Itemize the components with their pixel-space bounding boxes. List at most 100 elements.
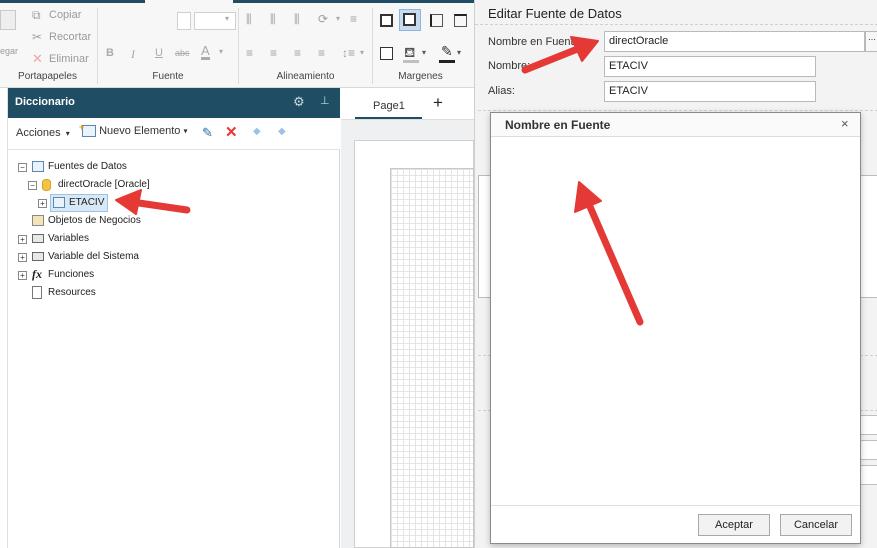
gear-icon[interactable]: ⚙ [293,94,305,110]
browse-button[interactable]: ... [865,31,877,52]
dialog-title: Nombre en Fuente [505,118,611,132]
copy-icon: ⧉ [32,8,41,22]
move-up-icon[interactable]: ◆ [253,126,261,137]
name-value: ETACIV [609,60,648,72]
rotate-icon[interactable]: ⟳ [318,12,328,26]
font-name-dropdown[interactable] [177,12,191,30]
alias-input[interactable]: ETACIV [604,81,816,102]
italic-icon[interactable]: I [131,47,135,62]
chevron-down-icon: ▾ [219,47,224,56]
accept-button[interactable]: Aceptar [698,514,770,536]
tree-label: directOracle [Oracle] [58,179,150,190]
fill-color-swatch [403,60,419,63]
cancel-button[interactable]: Cancelar [780,514,852,536]
add-page-button[interactable]: + [433,93,443,113]
alignment-group-label: Alineamiento [276,71,335,82]
tree-node-business-objects[interactable]: Objetos de Negocios [8,212,308,230]
font-group-label: Fuente [152,71,184,82]
new-item-icon: + [79,122,96,138]
tree-label: ETACIV [69,197,105,208]
font-size-dropdown[interactable]: ▾ [194,12,236,30]
column-field[interactable] [860,415,877,435]
chevron-down-icon: ▾ [65,129,70,138]
tree-node-data-sources[interactable]: − Fuentes de Datos [8,158,308,176]
pin-icon[interactable]: ⊥ [320,94,330,107]
delete-x-icon: ✕ [32,51,43,66]
chevron-down-icon: ▾ [336,14,341,23]
paste-button[interactable]: egar [0,8,22,56]
dialog-body[interactable] [491,138,860,505]
name-in-source-input[interactable]: directOracle [604,31,865,52]
expand-icon[interactable]: + [18,271,27,280]
left-dock-strip [0,88,8,548]
dictionary-toolbar: Acciones ▾ + Nuevo Elemento ▾ ✎ ✕ ◆ ◆ [8,118,340,150]
tree-label: Variables [48,233,89,244]
dialog-footer: Aceptar Cancelar [491,505,860,543]
report-grid[interactable] [390,168,474,548]
tree-node-variables[interactable]: + Variables [8,230,308,248]
page-tabs-bar: Page1 + [341,88,474,120]
dictionary-header: Diccionario ⚙ ⊥ [8,88,340,118]
justify-icon[interactable]: ≡ [318,46,325,60]
tree-node-connection[interactable]: − directOracle [Oracle] [8,176,308,194]
tree-label: Resources [48,287,96,298]
chevron-down-icon: ▾ [457,48,462,57]
actions-menu-button[interactable]: Acciones ▾ [16,127,70,139]
align-left-icon[interactable]: ≡ [246,46,253,60]
chevron-down-icon: ▾ [422,48,427,57]
align-right-icon[interactable]: ≡ [294,46,301,60]
tree-node-system-variables[interactable]: + Variable del Sistema [8,248,308,266]
new-item-label: Nuevo Elemento [99,125,181,138]
title-divider [475,24,877,25]
align-center-icon[interactable]: ≡ [270,46,277,60]
tree-node-table[interactable]: + ETACIV [8,194,308,212]
border-none-icon[interactable] [380,47,393,60]
align-top-icon[interactable]: ⫼ [246,12,252,27]
align-bottom-icon[interactable]: ⫼ [294,12,300,27]
close-icon[interactable]: × [841,116,849,131]
margins-group-label: Margenes [398,71,443,82]
tree-label: Funciones [48,269,95,280]
expand-icon[interactable]: + [38,199,47,208]
wrap-text-icon[interactable]: ≡ [350,12,357,26]
edit-data-source-title: Editar Fuente de Datos [488,6,622,21]
dictionary-tree: − Fuentes de Datos − directOracle [Oracl… [8,150,340,548]
tree-label: Variable del Sistema [48,251,139,262]
name-in-source-label: Nombre en Fuente: [488,36,583,48]
tree-node-resources[interactable]: Resources [8,284,308,302]
tab-page1[interactable]: Page1 [355,88,422,119]
delete-icon[interactable]: ✕ [225,123,238,141]
column-field[interactable] [860,440,877,460]
border-left-icon[interactable] [430,14,443,27]
alias-label: Alias: [488,85,515,97]
tree-node-functions[interactable]: + fx Funciones [8,266,308,284]
name-in-source-value: directOracle [609,35,669,47]
font-color-icon[interactable]: A [201,44,210,60]
expand-icon[interactable]: + [18,235,27,244]
border-top-icon[interactable] [454,14,467,27]
border-outside-button[interactable] [399,9,421,31]
chevron-down-icon: ▾ [183,126,188,136]
name-input[interactable]: ETACIV [604,56,816,77]
database-icon [42,179,51,191]
line-spacing-icon[interactable]: ↕≡ [342,46,355,60]
border-all-icon[interactable] [380,14,393,27]
new-item-button[interactable]: + Nuevo Elemento ▾ [79,122,188,138]
edit-icon[interactable]: ✎ [202,125,213,141]
actions-label: Acciones [16,127,61,139]
chevron-down-icon: ▾ [225,14,230,23]
move-down-icon[interactable]: ◆ [278,126,286,137]
collapse-icon[interactable]: − [18,163,27,172]
align-middle-icon[interactable]: ⫼ [270,12,276,27]
expand-icon[interactable]: + [18,253,27,262]
collapse-icon[interactable]: − [28,181,37,190]
clipboard-icon [0,10,16,30]
ribbon-active-tab-gap [145,0,233,3]
bold-icon[interactable]: B [106,47,114,59]
column-field[interactable] [860,465,877,485]
border-color-icon[interactable]: ✎ [441,43,453,60]
name-label: Nombre: [488,60,531,72]
underline-icon[interactable]: U [155,47,163,59]
strikethrough-icon[interactable]: abc [175,48,190,58]
variable-icon [32,234,44,243]
